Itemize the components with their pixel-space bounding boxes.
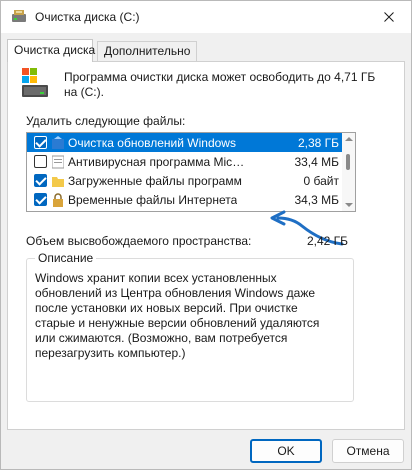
update-icon — [52, 135, 64, 149]
item-size: 34,3 МБ — [294, 192, 339, 207]
tab-disk-cleanup[interactable]: Очистка диска — [7, 39, 95, 62]
disk-cleanup-window: Очистка диска (C:) Очистка диска Дополни… — [0, 0, 412, 470]
list-item[interactable]: Антивирусная программа Microsoft Defende… — [27, 152, 343, 171]
folder-icon — [52, 176, 64, 187]
item-name: Очистка обновлений Windows — [68, 135, 236, 150]
item-size: 33,4 МБ — [294, 154, 339, 169]
scroll-down-icon[interactable] — [345, 203, 353, 207]
title-bar: Очистка диска (C:) — [1, 1, 411, 33]
checkbox[interactable] — [34, 155, 47, 168]
scroll-up-icon[interactable] — [345, 137, 353, 141]
description-group: Описание Windows хранит копии всех устан… — [26, 251, 354, 402]
scroll-thumb[interactable] — [346, 154, 350, 170]
window-title: Очистка диска (C:) — [35, 10, 140, 24]
list-item[interactable]: Загруженные файлы программ 0 байт — [27, 171, 343, 190]
list-item[interactable]: Очистка обновлений Windows 2,38 ГБ — [27, 133, 343, 152]
lock-icon — [53, 192, 63, 207]
freed-space-value: 2,42 ГБ — [306, 234, 348, 248]
tab-more-options[interactable]: Дополнительно — [97, 41, 197, 61]
item-name: Загруженные файлы программ — [68, 173, 242, 188]
item-name: Временные файлы Интернета — [68, 192, 238, 207]
checkbox[interactable] — [34, 174, 47, 187]
checkbox[interactable] — [34, 193, 47, 206]
files-list[interactable]: Очистка обновлений Windows 2,38 ГБ Антив… — [26, 132, 356, 212]
disk-cleanup-icon — [12, 10, 26, 22]
files-label: Удалить следующие файлы: — [26, 114, 186, 128]
list-item[interactable]: Временные файлы Интернета 34,3 МБ — [27, 190, 343, 209]
ok-button[interactable]: OK — [250, 439, 322, 463]
drive-icon — [22, 68, 48, 97]
close-icon — [384, 12, 394, 22]
item-size: 2,38 ГБ — [297, 135, 339, 150]
list-scrollbar[interactable] — [342, 133, 355, 211]
freed-space-label: Объем высвобождаемого пространства: — [26, 234, 252, 248]
tab-panel: Программа очистки диска может освободить… — [7, 61, 405, 430]
info-text: Программа очистки диска может освободить… — [64, 70, 376, 99]
checkbox[interactable] — [34, 136, 47, 149]
cancel-button[interactable]: Отмена — [332, 439, 404, 463]
close-button[interactable] — [377, 5, 401, 29]
description-text: Windows хранит копии всех установленных … — [35, 271, 320, 360]
shield-icon — [52, 155, 64, 168]
description-title: Описание — [35, 251, 97, 265]
item-name: Антивирусная программа Microsoft Defende… — [68, 154, 246, 169]
item-size: 0 байт — [303, 173, 339, 188]
